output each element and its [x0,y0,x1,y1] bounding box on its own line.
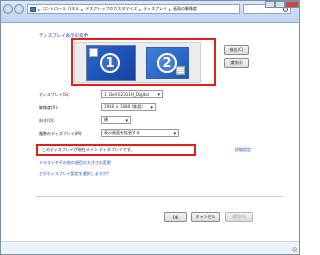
window-controls [265,1,299,8]
back-button[interactable] [3,4,13,14]
orientation-label: 向き(O): [39,118,55,123]
breadcrumb-screen-resolution[interactable]: 画面の解像度 [173,6,197,12]
address-toolbar: ▸ コントロール パネル ▸ デスクトップのカスタマイズ ▸ ディスプレイ ▸ … [1,1,299,23]
address-bar[interactable]: ▸ コントロール パネル ▸ デスクトップのカスタマイズ ▸ ディスプレイ ▸ … [27,4,240,14]
grid-thumbnail-icon [176,66,185,75]
divider [36,196,283,197]
control-panel-icon [30,7,36,12]
display-label: ディスプレイ(S): [39,92,70,97]
apply-button[interactable]: 適用(A) [225,212,253,222]
breadcrumb-separator-icon: ▸ [139,6,142,12]
breadcrumb-display[interactable]: ディスプレイ [143,6,167,12]
minimize-button[interactable] [265,1,275,8]
breadcrumb-separator-icon: ▸ [168,6,171,12]
resolution-label: 解像度(R): [39,105,59,110]
resolution-select[interactable]: 1920 × 1080 (推奨) [101,103,156,111]
breadcrumb-control-panel[interactable]: コントロール パネル [42,6,79,12]
status-bar [1,241,299,254]
breadcrumb-desktop-customization[interactable]: デスクトップのカスタマイズ [85,6,137,12]
resize-grip-icon[interactable] [292,247,297,252]
monitor-1[interactable]: 1 [86,45,136,81]
multiple-displays-select[interactable]: 表示画面を拡張する [101,129,179,137]
monitor-number-badge: 2 [157,53,177,73]
close-button[interactable] [285,1,299,8]
orientation-select[interactable]: 横 [101,116,131,124]
multiple-displays-label: 複数のディスプレイ(M): [39,131,83,136]
breadcrumb-separator-icon: ▸ [81,6,84,12]
ok-button[interactable]: OK [164,212,187,222]
screen-resolution-window: ▸ コントロール パネル ▸ デスクトップのカスタマイズ ▸ ディスプレイ ▸ … [0,0,300,255]
identify-button[interactable]: 識別(I) [224,58,249,68]
monitor-number-badge: 1 [100,53,120,73]
display-select[interactable]: 1. Dell E2311H_Digital [101,90,163,98]
maximize-button[interactable] [275,1,285,8]
monitor-2[interactable]: 2 [146,47,189,79]
cancel-button[interactable]: キャンセル [191,212,220,222]
breadcrumb-separator-icon: ▸ [38,6,41,12]
window-thumbnail-icon [89,48,98,57]
advanced-settings-link[interactable]: 詳細設定 [235,147,251,153]
forward-button[interactable] [14,4,24,14]
main-display-notice: このディスプレイが現在メイン ディスプレイです。 [42,147,135,152]
detect-button[interactable]: 検出(C) [224,45,249,55]
which-display-setting-link[interactable]: どのディスプレイ設定を選択しますか? [39,171,109,177]
text-size-link[interactable]: テキストやその他の項目の大きさの変更 [39,160,111,166]
